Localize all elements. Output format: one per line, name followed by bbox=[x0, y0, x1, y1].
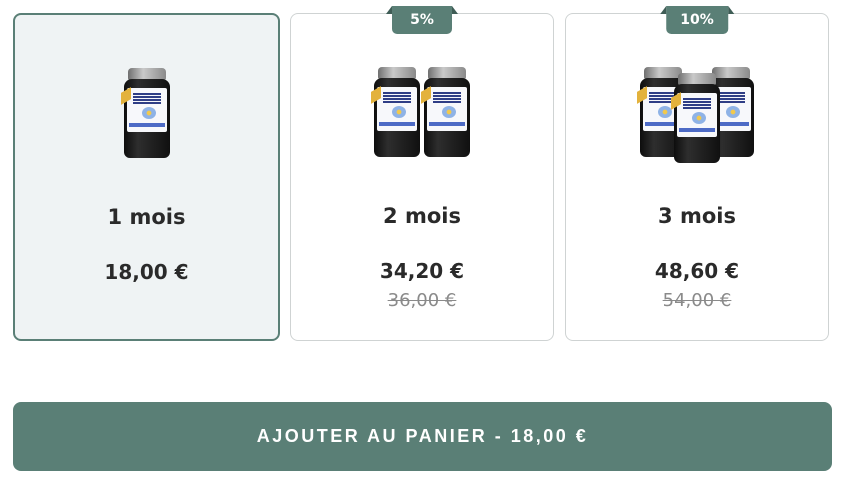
offer-card-1-month[interactable]: 1 mois 18,00 € bbox=[13, 13, 280, 341]
discount-badge: 10% bbox=[660, 6, 734, 34]
offer-card-2-months[interactable]: 5% 2 mois 34,20 € 36,00 € bbox=[290, 6, 554, 341]
offer-price: 34,20 € bbox=[379, 259, 465, 283]
supplement-jar-icon bbox=[671, 73, 720, 163]
product-image-3-jars bbox=[637, 62, 754, 163]
supplement-jar-icon bbox=[371, 67, 420, 157]
offer-card-3-months[interactable]: 10% 3 mois 48,60 € 54,00 € bbox=[565, 6, 829, 341]
supplement-jar-icon bbox=[421, 67, 470, 157]
offer-duration: 1 mois bbox=[107, 205, 186, 229]
product-image-1-jar bbox=[120, 63, 172, 158]
offer-old-price: 54,00 € bbox=[662, 290, 732, 311]
add-to-cart-button[interactable]: AJOUTER AU PANIER - 18,00 € bbox=[13, 402, 832, 471]
offer-selector: 1 mois 18,00 € 5% 2 mois 34,20 € 36,00 €… bbox=[0, 0, 854, 360]
offer-old-price: 36,00 € bbox=[387, 290, 457, 311]
offer-duration: 2 mois bbox=[383, 204, 461, 228]
supplement-jar-icon bbox=[120, 68, 170, 158]
product-image-2-jars bbox=[371, 62, 472, 157]
discount-badge: 5% bbox=[386, 6, 458, 34]
offer-duration: 3 mois bbox=[658, 204, 736, 228]
offer-price: 18,00 € bbox=[104, 260, 189, 284]
offer-price: 48,60 € bbox=[654, 259, 740, 283]
